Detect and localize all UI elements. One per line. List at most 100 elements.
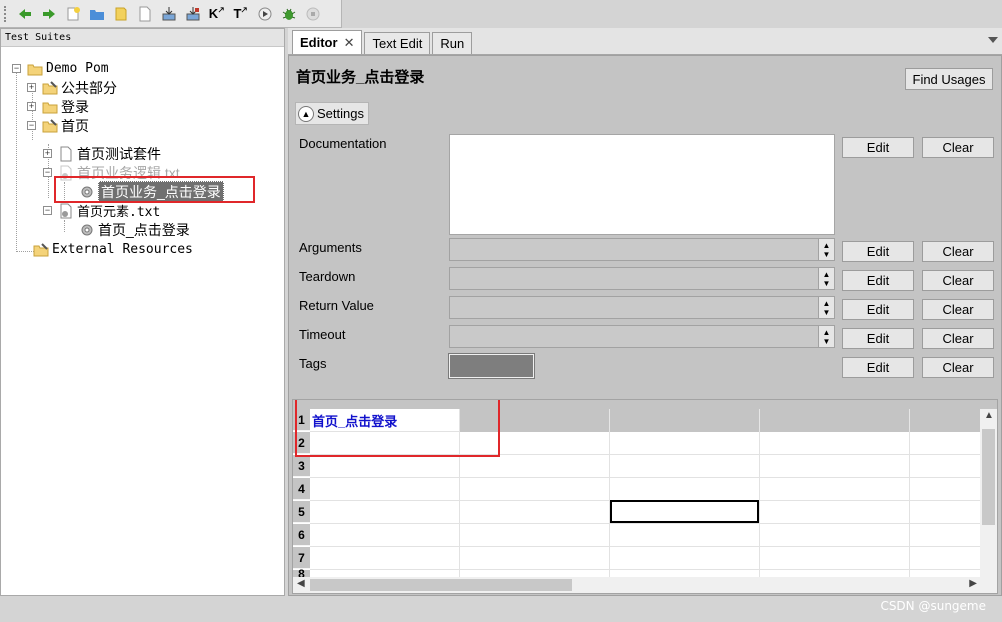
spin-icon[interactable]: ▲ ▼ [818, 268, 834, 289]
row-number[interactable]: 5 [293, 501, 310, 523]
grid-cell[interactable] [910, 478, 982, 501]
toolbar-grip[interactable] [4, 6, 8, 22]
collapse-icon[interactable]: − [12, 64, 21, 73]
tree-node-home-elements[interactable]: − 首页元素.txt [43, 201, 160, 220]
grid-cell[interactable] [760, 501, 910, 524]
open-folder-icon[interactable] [86, 3, 108, 25]
timeout-clear-button[interactable]: Clear [922, 328, 994, 349]
grid-cell[interactable] [760, 478, 910, 501]
documentation-edit-button[interactable]: Edit [842, 137, 914, 158]
grid-cell[interactable] [760, 432, 910, 455]
row-number[interactable]: 3 [293, 455, 310, 477]
collapse-icon[interactable]: − [43, 206, 52, 215]
scroll-thumb[interactable] [982, 429, 995, 525]
grid-cell[interactable] [310, 478, 460, 501]
grid-cell[interactable] [610, 524, 760, 547]
spin-icon[interactable]: ▲ ▼ [818, 326, 834, 347]
collapse-icon[interactable]: − [43, 168, 52, 177]
grid-cell[interactable] [460, 524, 610, 547]
spin-icon[interactable]: ▲ ▼ [818, 239, 834, 260]
grid-cell[interactable] [460, 501, 610, 524]
keyword-search-icon[interactable]: K [206, 3, 228, 25]
arguments-edit-button[interactable]: Edit [842, 241, 914, 262]
tab-editor[interactable]: Editor ✕ [292, 30, 363, 54]
settings-toggle[interactable]: ▲ Settings [295, 102, 369, 125]
save-all-icon[interactable] [182, 3, 204, 25]
documentation-clear-button[interactable]: Clear [922, 137, 994, 158]
grid-cell[interactable] [460, 547, 610, 570]
horizontal-scrollbar[interactable]: ◀ ▶ [293, 577, 997, 593]
row-number[interactable]: 7 [293, 547, 310, 569]
text-format-icon[interactable]: T [230, 3, 252, 25]
tree-node-root[interactable]: − Demo Pom [12, 59, 109, 78]
run-icon[interactable] [254, 3, 276, 25]
tab-menu-icon[interactable] [988, 37, 998, 43]
close-icon[interactable]: ✕ [344, 35, 355, 51]
timeout-field[interactable]: ▲ ▼ [449, 325, 835, 348]
tree-node-external[interactable]: External Resources [33, 240, 193, 259]
grid-cell[interactable] [760, 455, 910, 478]
scroll-left-icon[interactable]: ◀ [297, 578, 305, 589]
expand-icon[interactable]: + [43, 149, 52, 158]
arguments-clear-button[interactable]: Clear [922, 241, 994, 262]
return-value-edit-button[interactable]: Edit [842, 299, 914, 320]
grid-cell[interactable] [460, 478, 610, 501]
teardown-clear-button[interactable]: Clear [922, 270, 994, 291]
teardown-edit-button[interactable]: Edit [842, 270, 914, 291]
save-icon[interactable] [158, 3, 180, 25]
collapse-icon[interactable]: − [27, 121, 36, 130]
grid-cell[interactable] [310, 547, 460, 570]
grid-cell[interactable] [760, 409, 910, 432]
grid-cell[interactable] [310, 455, 460, 478]
vertical-scrollbar[interactable]: ▲ [980, 409, 997, 587]
stop-icon[interactable] [302, 3, 324, 25]
teardown-field[interactable]: ▲ ▼ [449, 267, 835, 290]
return-value-field[interactable]: ▲ ▼ [449, 296, 835, 319]
grid-cell[interactable] [310, 501, 460, 524]
arguments-field[interactable]: ▲ ▼ [449, 238, 835, 261]
grid-cell[interactable] [610, 432, 760, 455]
expand-icon[interactable]: + [27, 102, 36, 111]
grid-cell[interactable] [910, 524, 982, 547]
grid-cell[interactable] [310, 524, 460, 547]
grid-cell[interactable] [910, 455, 982, 478]
open-dir-icon[interactable] [110, 3, 132, 25]
grid-cell[interactable] [460, 455, 610, 478]
grid-cell[interactable] [760, 524, 910, 547]
row-number[interactable]: 6 [293, 524, 310, 546]
timeout-edit-button[interactable]: Edit [842, 328, 914, 349]
debug-bug-icon[interactable] [278, 3, 300, 25]
scroll-right-icon[interactable]: ▶ [969, 578, 977, 589]
grid-cell[interactable] [910, 432, 982, 455]
tree-node-public[interactable]: + 公共部分 [27, 78, 117, 97]
new-file-icon[interactable] [134, 3, 156, 25]
forward-icon[interactable] [38, 3, 60, 25]
grid-cell[interactable] [910, 501, 982, 524]
tab-text-edit[interactable]: Text Edit [364, 32, 431, 54]
grid-cell[interactable] [610, 547, 760, 570]
new-icon[interactable] [62, 3, 84, 25]
tags-clear-button[interactable]: Clear [922, 357, 994, 378]
grid-cell[interactable] [760, 547, 910, 570]
tab-run[interactable]: Run [432, 32, 473, 54]
row-number[interactable]: 4 [293, 478, 310, 500]
grid-cell-focused[interactable] [610, 500, 759, 523]
return-value-clear-button[interactable]: Clear [922, 299, 994, 320]
find-usages-button[interactable]: Find Usages [905, 68, 993, 90]
grid-cell[interactable] [910, 547, 982, 570]
tree-node-login[interactable]: + 登录 [27, 97, 89, 116]
scroll-up-icon[interactable]: ▲ [984, 410, 994, 421]
grid-cell[interactable] [610, 409, 760, 432]
expand-icon[interactable]: + [27, 83, 36, 92]
tags-edit-button[interactable]: Edit [842, 357, 914, 378]
grid-cell[interactable] [610, 478, 760, 501]
tree-node-home-elements-keyword[interactable]: 首页_点击登录 [79, 220, 190, 239]
back-icon[interactable] [14, 3, 36, 25]
documentation-field[interactable] [449, 134, 835, 235]
grid-cell[interactable] [910, 409, 982, 432]
spin-icon[interactable]: ▲ ▼ [818, 297, 834, 318]
grid-cell[interactable] [610, 455, 760, 478]
scroll-thumb[interactable] [310, 579, 572, 591]
tree-node-home-suite[interactable]: + 首页测试套件 [43, 144, 161, 163]
tree-node-home[interactable]: − 首页 [27, 116, 89, 135]
